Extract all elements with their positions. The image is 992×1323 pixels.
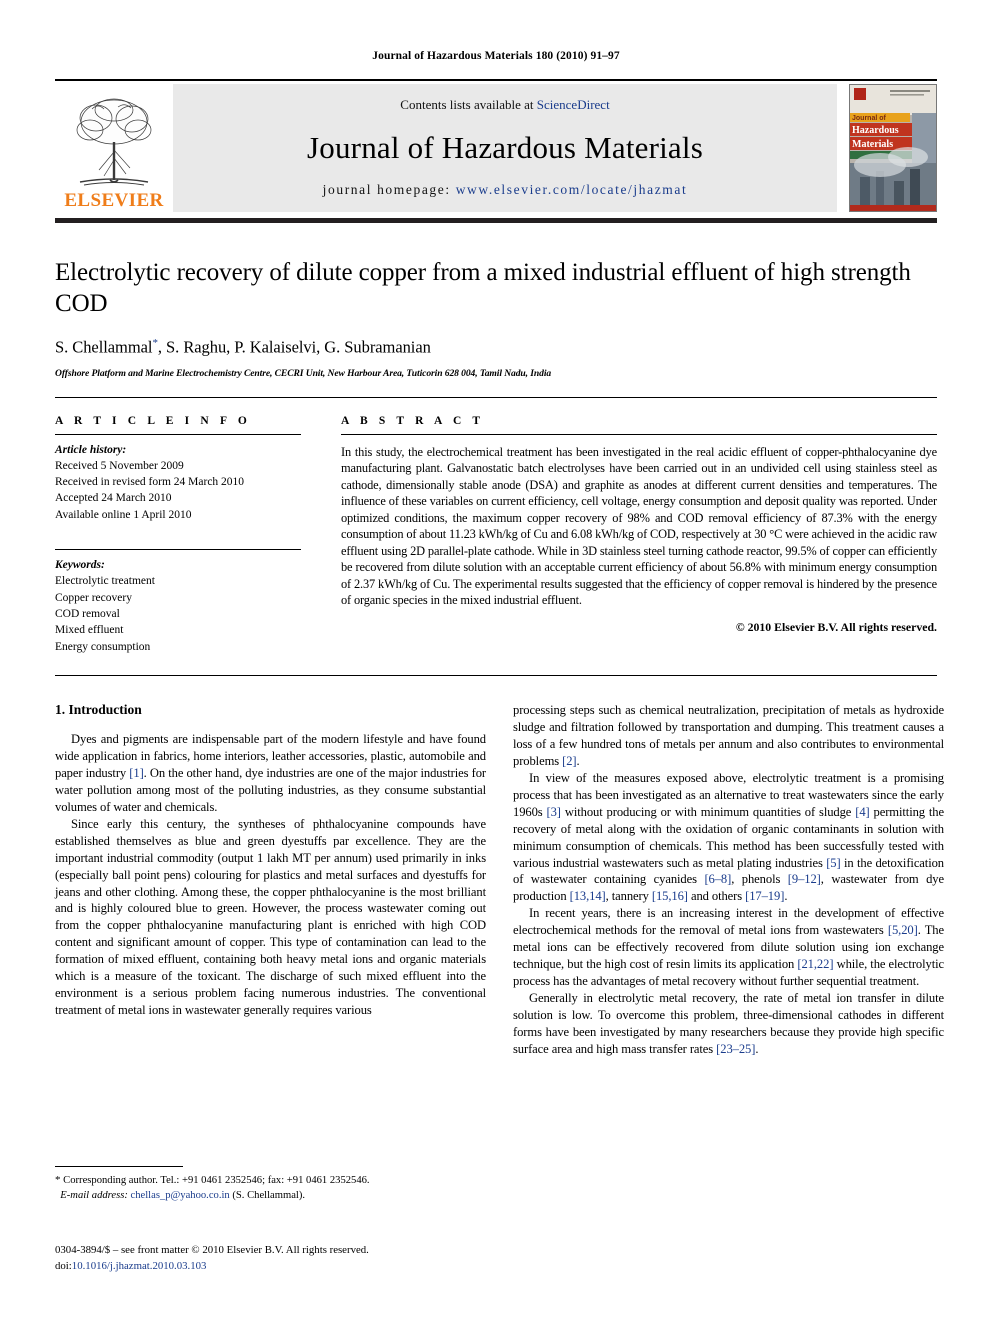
- abstract-column: A B S T R A C T In this study, the elect…: [341, 415, 937, 656]
- author-email-link[interactable]: chellas_p@yahoo.co.in: [131, 1190, 230, 1201]
- citation-link[interactable]: [4]: [855, 805, 869, 819]
- paragraph: Dyes and pigments are indispensable part…: [55, 732, 487, 814]
- citation-link[interactable]: [13,14]: [570, 889, 606, 903]
- paragraph: In view of the measures exposed above, e…: [513, 770, 944, 904]
- homepage-link[interactable]: www.elsevier.com/locate/jhazmat: [456, 182, 688, 197]
- info-divider-top: [55, 433, 301, 435]
- svg-text:Materials: Materials: [852, 139, 893, 150]
- info-abstract-row: A R T I C L E I N F O Article history: R…: [55, 396, 937, 656]
- doi-line: doi:10.1016/j.jhazmat.2010.03.103: [55, 1259, 655, 1275]
- contents-available-line: Contents lists available at ScienceDirec…: [400, 97, 609, 113]
- journal-title: Journal of Hazardous Materials: [307, 129, 703, 165]
- corresponding-author-footnote: * Corresponding author. Tel.: +91 0461 2…: [55, 1166, 486, 1203]
- journal-masthead: ELSEVIER Contents lists available at Sci…: [55, 79, 937, 212]
- footnote-email-suffix: (S. Chellammal).: [229, 1189, 306, 1201]
- article-history-label: Article history:: [55, 443, 127, 456]
- keywords-label: Keywords:: [55, 559, 105, 572]
- author-others: , S. Raghu, P. Kalaiselvi, G. Subramania…: [157, 337, 431, 357]
- citation-link[interactable]: [15,16]: [652, 889, 688, 903]
- keyword-item: Mixed effluent: [55, 624, 124, 637]
- journal-cover-thumbnail: Journal of Hazardous Materials: [849, 84, 937, 212]
- body-columns: 1. Introduction Dyes and pigments are in…: [55, 702, 944, 1058]
- footnote-divider: [55, 1166, 183, 1167]
- email-address-label: E-mail address:: [60, 1189, 128, 1201]
- abstract-copyright: © 2010 Elsevier B.V. All rights reserved…: [735, 619, 937, 634]
- masthead-center: Contents lists available at ScienceDirec…: [173, 84, 837, 212]
- homepage-prefix: journal homepage:: [322, 182, 456, 197]
- abstract-heading: A B S T R A C T: [341, 414, 485, 427]
- keyword-item: Electrolytic treatment: [55, 575, 155, 588]
- citation-link[interactable]: [17–19]: [745, 889, 784, 903]
- citation-link[interactable]: [21,22]: [797, 957, 833, 971]
- cover-image: Journal of Hazardous Materials: [850, 85, 936, 211]
- info-divider-keywords: [55, 549, 301, 551]
- abstract-bottom-rule: [55, 675, 937, 677]
- doi-label: doi:: [55, 1259, 72, 1272]
- history-item: Received in revised form 24 March 2010: [55, 476, 245, 489]
- running-head: Journal of Hazardous Materials 180 (2010…: [372, 50, 620, 62]
- footnote-email-line: E-mail address: chellas_p@yahoo.co.in (S…: [55, 1189, 486, 1204]
- elsevier-tree-icon: [76, 98, 152, 186]
- citation-link[interactable]: [6–8]: [704, 872, 731, 886]
- footnote-corresponding-text: Corresponding author. Tel.: +91 0461 235…: [60, 1175, 370, 1186]
- svg-text:Journal of: Journal of: [852, 115, 887, 122]
- article-info-heading: A R T I C L E I N F O: [55, 414, 251, 427]
- history-item: Available online 1 April 2010: [55, 508, 192, 521]
- elsevier-logo: ELSEVIER: [55, 84, 173, 212]
- keyword-item: Energy consumption: [55, 640, 151, 653]
- paragraph: processing steps such as chemical neutra…: [513, 703, 944, 768]
- body-column-left: 1. Introduction Dyes and pigments are in…: [55, 702, 486, 1058]
- article-page: Journal of Hazardous Materials 180 (2010…: [0, 0, 992, 1323]
- abstract-divider: [341, 433, 937, 435]
- author-corresponding: S. Chellammal: [55, 337, 153, 357]
- citation-link[interactable]: [2]: [562, 754, 576, 768]
- article-title: Electrolytic recovery of dilute copper f…: [55, 259, 911, 317]
- history-item: Received 5 November 2009: [55, 459, 184, 472]
- citation-link[interactable]: [5,20]: [888, 923, 918, 937]
- keyword-item: COD removal: [55, 608, 120, 621]
- paragraph: Generally in electrolytic metal recovery…: [513, 991, 944, 1056]
- article-info-column: A R T I C L E I N F O Article history: R…: [55, 415, 341, 656]
- svg-text:Hazardous: Hazardous: [852, 125, 899, 136]
- affiliation: Offshore Platform and Marine Electrochem…: [55, 367, 552, 379]
- masthead-bottom-rule: [55, 218, 937, 223]
- body-column-right: processing steps such as chemical neutra…: [513, 702, 944, 1058]
- citation-link[interactable]: [5]: [826, 856, 840, 870]
- doi-link[interactable]: 10.1016/j.jhazmat.2010.03.103: [72, 1260, 207, 1272]
- page-footer: 0304-3894/$ – see front matter © 2010 El…: [55, 1243, 655, 1274]
- paragraph: Since early this century, the syntheses …: [55, 816, 486, 1018]
- history-item: Accepted 24 March 2010: [55, 492, 172, 505]
- author-list: S. Chellammal*, S. Raghu, P. Kalaiselvi,…: [55, 337, 937, 358]
- citation-link[interactable]: [3]: [547, 805, 561, 819]
- journal-homepage-line: journal homepage: www.elsevier.com/locat…: [323, 182, 688, 198]
- elsevier-wordmark: ELSEVIER: [64, 190, 164, 211]
- citation-link[interactable]: [23–25]: [716, 1042, 755, 1056]
- title-block: Electrolytic recovery of dilute copper f…: [55, 257, 937, 379]
- keyword-item: Copper recovery: [55, 591, 132, 604]
- footnote-tel-line: * Corresponding author. Tel.: +91 0461 2…: [55, 1173, 486, 1189]
- sciencedirect-link[interactable]: ScienceDirect: [537, 97, 610, 112]
- paragraph: In recent years, there is an increasing …: [513, 906, 944, 989]
- abstract-text: In this study, the electrochemical treat…: [341, 444, 937, 608]
- contents-prefix: Contents lists available at: [400, 97, 537, 112]
- introduction-heading: 1. Introduction: [55, 702, 142, 718]
- citation-link[interactable]: [1]: [129, 766, 143, 780]
- citation-link[interactable]: [9–12]: [788, 872, 821, 886]
- issn-copyright-line: 0304-3894/$ – see front matter © 2010 El…: [55, 1244, 369, 1256]
